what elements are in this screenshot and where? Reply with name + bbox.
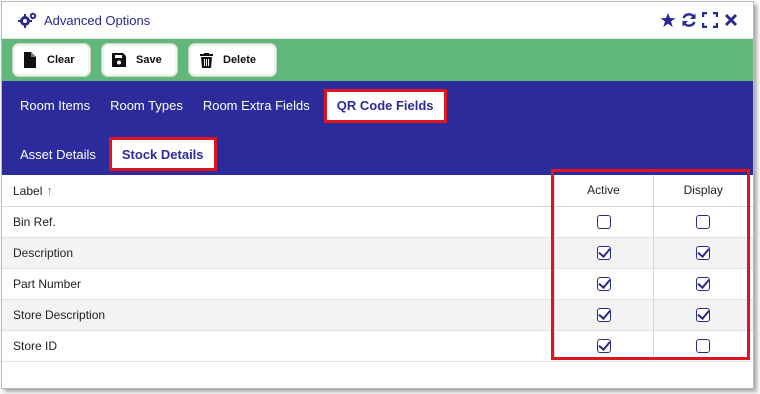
refresh-icon[interactable]	[681, 12, 697, 28]
display-checkbox[interactable]	[696, 276, 711, 291]
row-label: Store Description	[2, 299, 554, 331]
clear-button[interactable]: Clear	[12, 43, 91, 77]
row-label: Bin Ref.	[2, 206, 554, 238]
display-cell	[652, 237, 753, 269]
tab-room-items[interactable]: Room Items	[10, 89, 100, 123]
table-row[interactable]: Store Description	[2, 299, 753, 331]
trash-icon	[199, 52, 213, 68]
close-icon[interactable]	[723, 12, 739, 28]
delete-button[interactable]: Delete	[188, 43, 277, 77]
display-cell	[652, 299, 753, 331]
label-header-text: Label	[13, 183, 43, 198]
active-column-header[interactable]: Active	[553, 175, 653, 207]
display-cell	[652, 268, 753, 300]
advanced-options-window: Advanced Options Clear Save Delete Room …	[1, 1, 754, 389]
save-button-label: Save	[136, 54, 162, 66]
tab-qr-code-fields[interactable]: QR Code Fields	[323, 88, 447, 123]
active-checkbox[interactable]	[596, 245, 611, 260]
table-row[interactable]: Store ID	[2, 330, 753, 362]
active-cell	[553, 237, 653, 269]
active-checkbox[interactable]	[596, 307, 611, 322]
display-cell	[652, 330, 753, 362]
expand-icon[interactable]	[702, 12, 718, 28]
sort-ascending-icon: ↑	[46, 182, 53, 198]
active-checkbox[interactable]	[596, 214, 611, 229]
delete-button-label: Delete	[223, 54, 257, 66]
qr-fields-table: Label ↑ Active Display Bin Ref. Descriptio…	[2, 175, 753, 362]
file-icon	[23, 52, 37, 68]
active-checkbox[interactable]	[596, 338, 611, 353]
label-column-header[interactable]: Label ↑	[2, 175, 554, 207]
tabs-row-secondary: Asset Details Stock Details	[2, 130, 753, 175]
display-checkbox[interactable]	[696, 338, 711, 353]
tabs-row-primary: Room Items Room Types Room Extra Fields …	[2, 81, 753, 130]
window-title: Advanced Options	[44, 12, 151, 28]
tab-room-extra-fields[interactable]: Room Extra Fields	[193, 89, 320, 123]
row-label: Part Number	[2, 268, 554, 300]
star-icon[interactable]	[660, 12, 676, 28]
save-icon	[112, 52, 126, 68]
active-cell	[553, 330, 653, 362]
table-row[interactable]: Description	[2, 237, 753, 269]
clear-button-label: Clear	[47, 54, 75, 66]
save-button[interactable]: Save	[101, 43, 178, 77]
active-checkbox[interactable]	[596, 276, 611, 291]
display-checkbox[interactable]	[696, 214, 711, 229]
title-bar: Advanced Options	[2, 2, 753, 39]
active-cell	[553, 268, 653, 300]
active-cell	[553, 299, 653, 331]
settings-gears-icon	[18, 11, 38, 29]
row-label: Store ID	[2, 330, 554, 362]
tab-asset-details[interactable]: Asset Details	[10, 137, 106, 171]
table-row[interactable]: Part Number	[2, 268, 753, 300]
display-checkbox[interactable]	[696, 245, 711, 260]
action-toolbar: Clear Save Delete	[2, 39, 753, 81]
active-cell	[553, 206, 653, 238]
tab-room-types[interactable]: Room Types	[100, 89, 193, 123]
window-tools	[660, 12, 753, 28]
display-cell	[652, 206, 753, 238]
display-checkbox[interactable]	[696, 307, 711, 322]
table-header-row: Label ↑ Active Display	[2, 175, 753, 207]
table-row[interactable]: Bin Ref.	[2, 206, 753, 238]
tab-stock-details[interactable]: Stock Details	[108, 137, 217, 171]
display-column-header[interactable]: Display	[652, 175, 753, 207]
row-label: Description	[2, 237, 554, 269]
